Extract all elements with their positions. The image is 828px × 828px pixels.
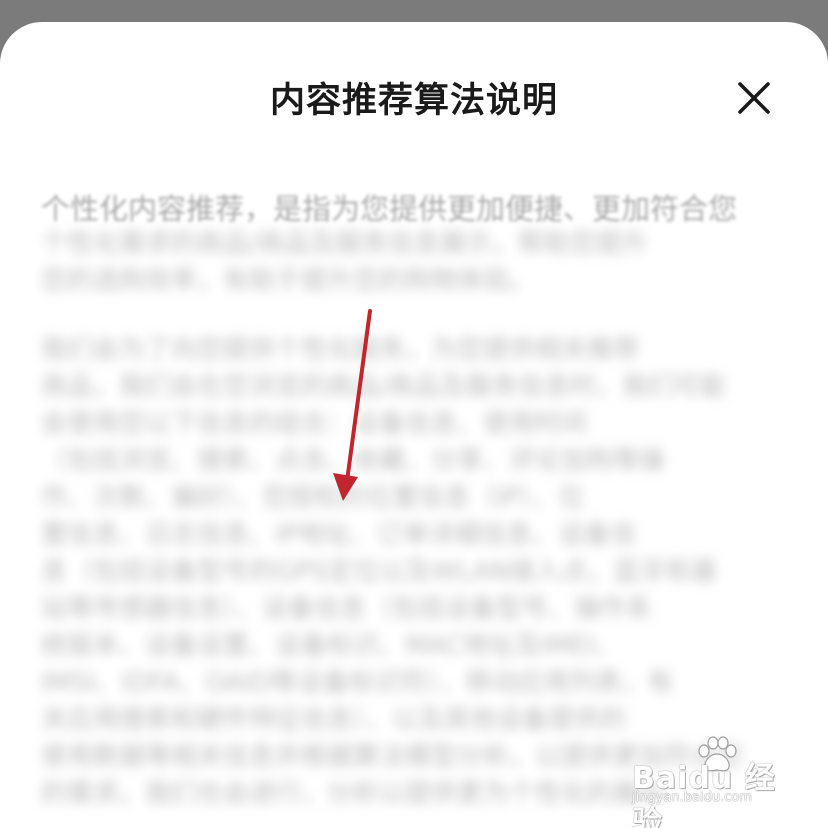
text-line: 会使用您以下信息的组合：设备信息、使用时间 — [41, 409, 588, 439]
text-line: 置信息、日志信息、IP地址、订单详细信息、设备信 — [41, 520, 637, 550]
text-line: 统版本、设备设置、设备标识、MAC地址及IMEI、 — [41, 631, 622, 661]
text-line: （包括浏览、搜索、点击、收藏、分享、评论加购等操 — [41, 446, 666, 476]
close-button[interactable] — [734, 78, 774, 118]
close-icon — [738, 82, 770, 114]
dialog-title: 内容推荐算法说明 — [269, 81, 558, 121]
text-line: 我们会为了向您提供个性化服务，为您提供相关推荐 — [41, 335, 640, 365]
text-line: 您的选购效率，有助于提升您的购物体验。 — [41, 266, 536, 296]
text-line: IMSI、IDFA、OAID等设备标识符）、移动应用列表，有 — [41, 668, 674, 698]
text-line: 作、次数、偏好）、您授权的位置信息（IP）、位 — [41, 483, 585, 513]
text-line: 息（包括设备型号的GPS定位以及WLAN接入点，蓝牙和基 — [41, 557, 718, 587]
screen: 内容推荐算法说明 个性化内容推荐，是指为您提供更加便捷、更加符合您 个性化需求的… — [0, 0, 828, 828]
watermark-url: jingyan.baidu.com — [632, 790, 752, 805]
text-line: 个性化需求的商品/商品及服务信息展示，帮助您提升 — [41, 229, 648, 259]
text-line: 关应用搜索和硬件特征信息）、以及其他设备提供的 — [41, 705, 627, 735]
lead-text: 个性化内容推荐，是指为您提供更加便捷、更加符合您 — [41, 192, 738, 226]
arrow-down-icon — [333, 309, 372, 501]
text-line: 站等传感器信息）、设备信息（包括设备型号、操作系 — [41, 594, 653, 624]
watermark: Baidu 经验 jingyan.baidu.com — [632, 736, 782, 828]
text-line: 商品，我们会在您浏览的商品/商品及服务信息时，我们可能 — [41, 372, 726, 402]
paragraph-1: 个性化需求的商品/商品及服务信息展示，帮助您提升 您的选购效率，有助于提升您的购… — [41, 226, 786, 300]
